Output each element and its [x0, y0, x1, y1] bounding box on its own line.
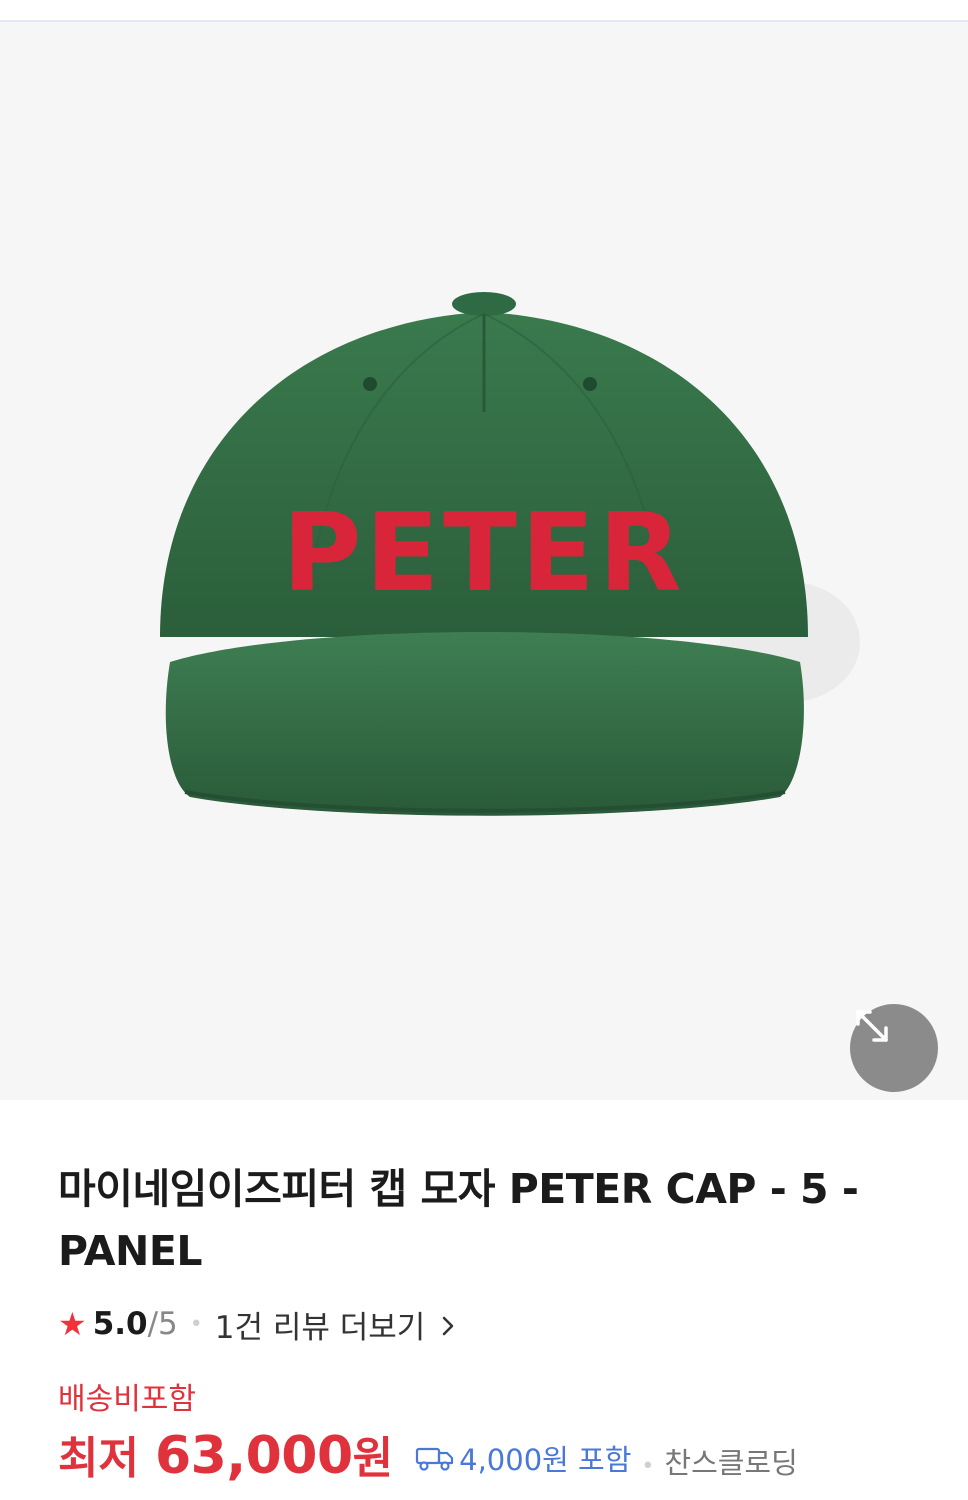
- shipping-included-note: 배송비포함: [58, 1382, 196, 1417]
- separator-dot: •: [189, 1311, 203, 1337]
- price-row: 최저 63,000 원 4,000원 포함 • 찬스클로딩: [58, 1422, 928, 1486]
- product-image-gallery[interactable]: PETER: [0, 22, 968, 1100]
- seller-name[interactable]: 찬스클로딩: [664, 1440, 797, 1482]
- price-label: 최저: [58, 1433, 139, 1484]
- rating-row: ★ 5.0 /5 • 1건 리뷰 더보기: [58, 1302, 928, 1347]
- truck-icon: [416, 1447, 454, 1471]
- rating-max: /5: [147, 1306, 178, 1342]
- product-image-cap: PETER: [160, 292, 860, 816]
- reviews-link-label: 1건 리뷰 더보기: [214, 1309, 426, 1346]
- price-unit: 원: [352, 1433, 394, 1484]
- reviews-link[interactable]: 1건 리뷰 더보기: [215, 1302, 455, 1347]
- chevron-right-icon: [442, 1316, 454, 1335]
- shipping-fee-text: 4,000원 포함: [459, 1443, 632, 1477]
- expand-image-button[interactable]: [850, 1004, 938, 1092]
- shipping-fee: 4,000원 포함: [415, 1437, 631, 1479]
- product-info: 마이네임이즈피터 캡 모자 PETER CAP - 5 -PANEL ★ 5.0…: [58, 1100, 928, 1486]
- rating-score: 5.0: [92, 1306, 148, 1342]
- top-bar: [0, 0, 968, 22]
- cap-embroidery-text: PETER: [282, 491, 686, 616]
- separator-dot: •: [641, 1454, 655, 1479]
- star-icon: ★: [58, 1305, 87, 1343]
- expand-icon: [856, 1010, 888, 1042]
- price-value: 63,000: [154, 1426, 353, 1486]
- product-title: 마이네임이즈피터 캡 모자 PETER CAP - 5 -PANEL: [58, 1165, 859, 1275]
